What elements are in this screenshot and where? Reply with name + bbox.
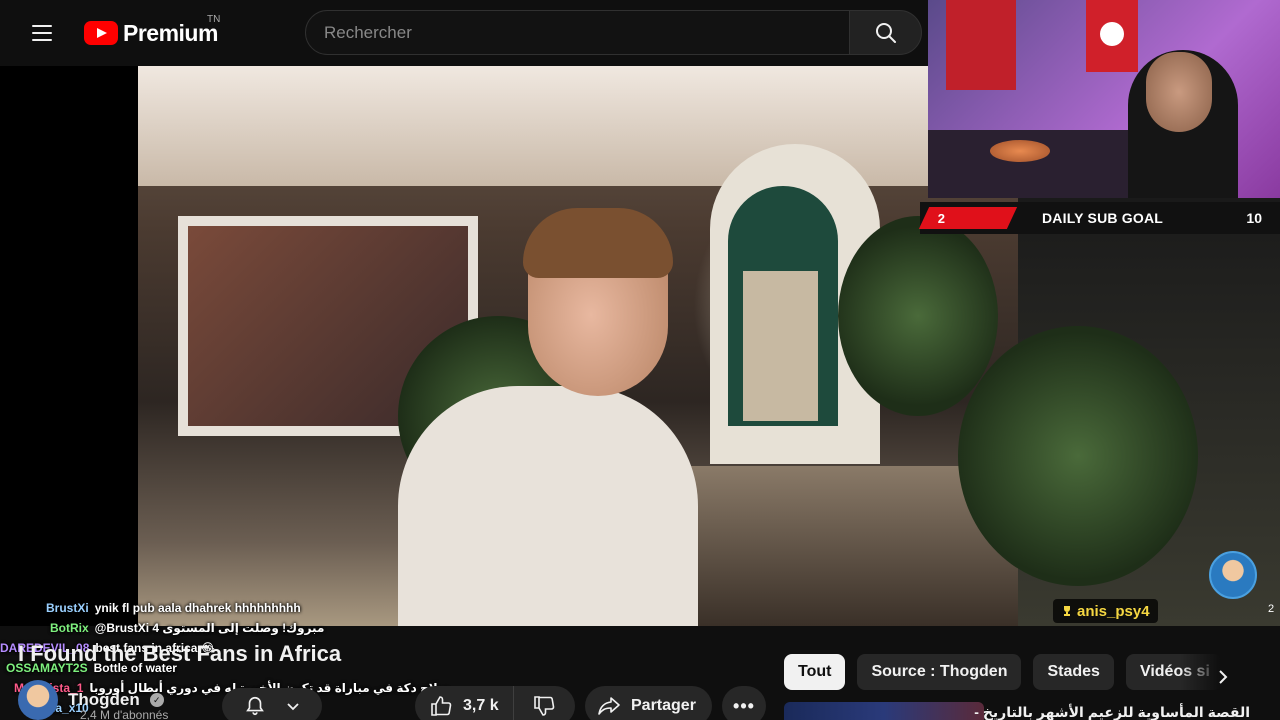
recommended-video[interactable]: القصة المأساوية للزعيم الأشهر بالتاريخ -: [784, 702, 1280, 720]
more-actions-button[interactable]: •••: [722, 686, 766, 720]
search-button[interactable]: [849, 10, 922, 55]
sub-goal-bar: 2 DAILY SUB GOAL 10: [918, 202, 1280, 234]
dislike-button[interactable]: [514, 686, 574, 720]
highlighted-user-badge: anis_psy4: [1053, 599, 1158, 623]
recommended-title[interactable]: القصة المأساوية للزعيم الأشهر بالتاريخ -: [974, 704, 1250, 720]
overlay-count: 2: [1268, 603, 1275, 615]
tunisia-flag-icon: [1086, 0, 1138, 72]
chip-tout[interactable]: Tout: [784, 654, 846, 690]
chat-message: BotRix @BrustXi مبروك! وصلت إلى المستوى 4: [0, 618, 420, 638]
highlighted-user-name: anis_psy4: [1077, 602, 1150, 620]
notifications-button[interactable]: [222, 688, 322, 720]
chat-username: BrustXi: [46, 601, 89, 615]
search-input[interactable]: [324, 22, 831, 43]
chevron-right-icon: [1219, 670, 1228, 684]
share-button[interactable]: Partager: [585, 686, 712, 720]
like-button[interactable]: 3,7 k: [415, 686, 514, 720]
top-bar: Premium TN: [0, 0, 928, 66]
chip-stades[interactable]: Stades: [1033, 654, 1114, 690]
chip-source-thogden[interactable]: Source : Thogden: [857, 654, 1022, 690]
menu-icon[interactable]: [22, 16, 62, 50]
chevron-down-icon: [286, 703, 299, 711]
more-icon: •••: [733, 695, 755, 716]
bell-icon: [245, 696, 264, 716]
country-code: TN: [207, 14, 221, 25]
streamer-avatar: [1209, 551, 1257, 599]
sub-goal-label: DAILY SUB GOAL: [1042, 210, 1164, 226]
search-icon: [875, 22, 896, 43]
thumbs-up-icon: [431, 696, 452, 716]
like-count: 3,7 k: [463, 697, 499, 714]
channel-name[interactable]: Thogden: [68, 690, 140, 710]
recommended-thumbnail[interactable]: [784, 702, 984, 720]
filter-chips: Tout Source : Thogden Stades Vidéos si: [784, 654, 1222, 690]
verified-icon: ✓: [149, 693, 164, 707]
chat-text: ynik fl pub aala dhahrek hhhhhhhhh: [94, 601, 301, 615]
logo-text: Premium: [123, 19, 218, 46]
trophy-icon: [1064, 606, 1070, 616]
chat-message: BrustXi ynik fl pub aala dhahrek hhhhhhhh…: [0, 598, 420, 618]
subscriber-count: 2,4 M d'abonnés: [80, 708, 169, 720]
streamer-webcam: [928, 0, 1280, 198]
chips-next-button[interactable]: [1208, 662, 1238, 692]
youtube-play-icon: [84, 21, 118, 45]
share-label: Partager: [631, 697, 696, 714]
chat-text: @BrustXi مبروك! وصلت إلى المستوى 4: [94, 621, 325, 635]
channel-avatar[interactable]: [18, 680, 58, 720]
sub-goal-target: 10: [1246, 210, 1262, 226]
chat-username: BotRix: [50, 621, 89, 635]
sub-goal-current: 2: [938, 210, 946, 226]
video-title: I Found the Best Fans in Africa: [18, 641, 342, 666]
youtube-logo[interactable]: Premium: [84, 18, 218, 48]
search-box[interactable]: [305, 10, 850, 55]
like-dislike-group: 3,7 k: [415, 686, 575, 720]
thumbs-down-icon: [533, 696, 554, 716]
share-icon: [598, 697, 620, 715]
